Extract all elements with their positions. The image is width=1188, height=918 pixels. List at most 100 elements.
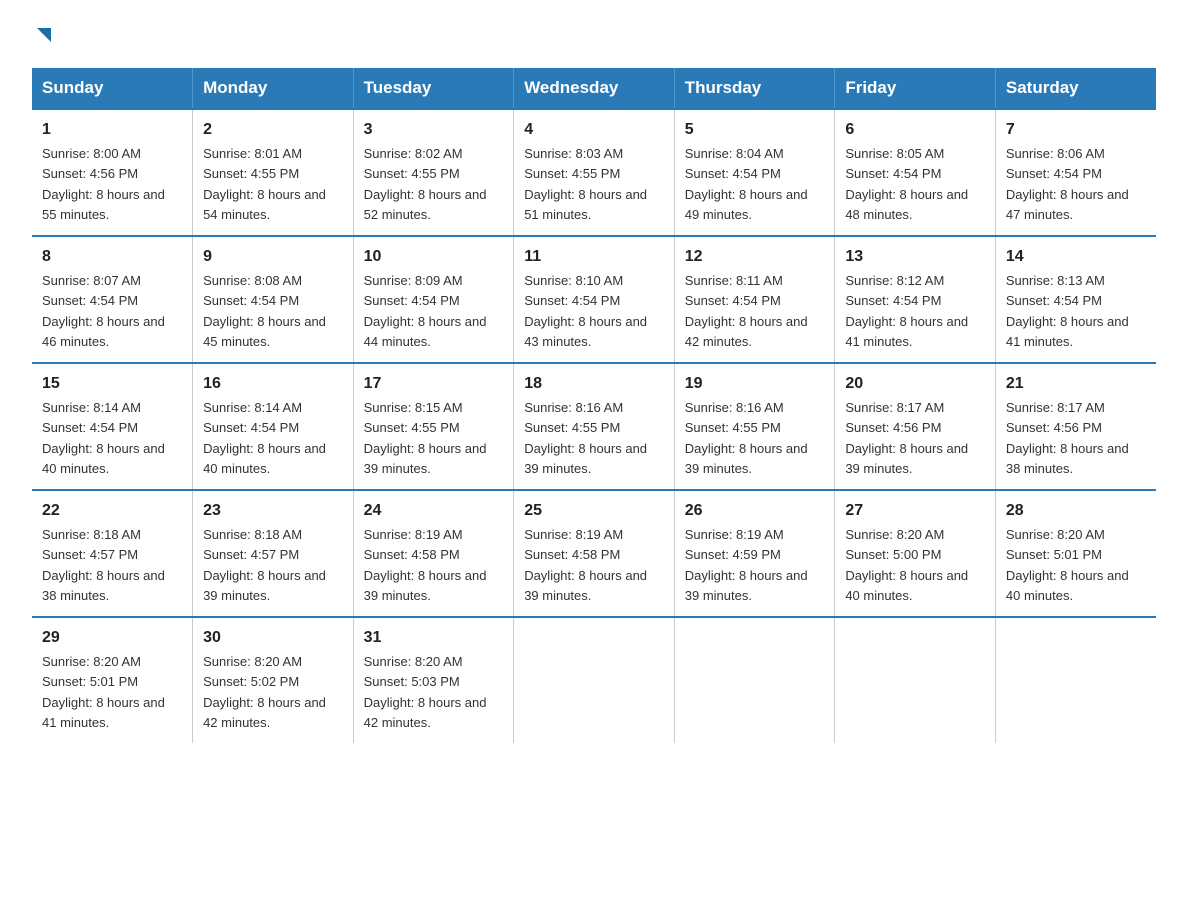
day-number: 14 bbox=[1006, 245, 1146, 269]
day-info: Sunrise: 8:17 AMSunset: 4:56 PMDaylight:… bbox=[1006, 400, 1129, 476]
calendar-table: SundayMondayTuesdayWednesdayThursdayFrid… bbox=[32, 68, 1156, 743]
day-number: 22 bbox=[42, 499, 182, 523]
header-monday: Monday bbox=[193, 68, 354, 109]
day-cell: 13 Sunrise: 8:12 AMSunset: 4:54 PMDaylig… bbox=[835, 236, 996, 363]
day-cell: 24 Sunrise: 8:19 AMSunset: 4:58 PMDaylig… bbox=[353, 490, 514, 617]
day-info: Sunrise: 8:18 AMSunset: 4:57 PMDaylight:… bbox=[42, 527, 165, 603]
day-info: Sunrise: 8:11 AMSunset: 4:54 PMDaylight:… bbox=[685, 273, 808, 349]
day-cell: 18 Sunrise: 8:16 AMSunset: 4:55 PMDaylig… bbox=[514, 363, 675, 490]
day-number: 2 bbox=[203, 118, 343, 142]
day-number: 7 bbox=[1006, 118, 1146, 142]
day-cell: 3 Sunrise: 8:02 AMSunset: 4:55 PMDayligh… bbox=[353, 109, 514, 236]
day-cell: 7 Sunrise: 8:06 AMSunset: 4:54 PMDayligh… bbox=[995, 109, 1156, 236]
week-row-2: 8 Sunrise: 8:07 AMSunset: 4:54 PMDayligh… bbox=[32, 236, 1156, 363]
day-cell: 17 Sunrise: 8:15 AMSunset: 4:55 PMDaylig… bbox=[353, 363, 514, 490]
day-number: 3 bbox=[364, 118, 504, 142]
day-cell: 11 Sunrise: 8:10 AMSunset: 4:54 PMDaylig… bbox=[514, 236, 675, 363]
day-number: 25 bbox=[524, 499, 664, 523]
day-cell: 12 Sunrise: 8:11 AMSunset: 4:54 PMDaylig… bbox=[674, 236, 835, 363]
day-info: Sunrise: 8:03 AMSunset: 4:55 PMDaylight:… bbox=[524, 146, 647, 222]
day-cell bbox=[835, 617, 996, 743]
day-info: Sunrise: 8:18 AMSunset: 4:57 PMDaylight:… bbox=[203, 527, 326, 603]
day-info: Sunrise: 8:20 AMSunset: 5:00 PMDaylight:… bbox=[845, 527, 968, 603]
day-cell: 2 Sunrise: 8:01 AMSunset: 4:55 PMDayligh… bbox=[193, 109, 354, 236]
day-number: 9 bbox=[203, 245, 343, 269]
week-row-4: 22 Sunrise: 8:18 AMSunset: 4:57 PMDaylig… bbox=[32, 490, 1156, 617]
day-cell: 15 Sunrise: 8:14 AMSunset: 4:54 PMDaylig… bbox=[32, 363, 193, 490]
day-cell: 10 Sunrise: 8:09 AMSunset: 4:54 PMDaylig… bbox=[353, 236, 514, 363]
day-info: Sunrise: 8:02 AMSunset: 4:55 PMDaylight:… bbox=[364, 146, 487, 222]
day-cell bbox=[995, 617, 1156, 743]
day-number: 16 bbox=[203, 372, 343, 396]
day-info: Sunrise: 8:00 AMSunset: 4:56 PMDaylight:… bbox=[42, 146, 165, 222]
day-info: Sunrise: 8:14 AMSunset: 4:54 PMDaylight:… bbox=[42, 400, 165, 476]
day-number: 27 bbox=[845, 499, 985, 523]
day-info: Sunrise: 8:14 AMSunset: 4:54 PMDaylight:… bbox=[203, 400, 326, 476]
day-info: Sunrise: 8:01 AMSunset: 4:55 PMDaylight:… bbox=[203, 146, 326, 222]
day-info: Sunrise: 8:06 AMSunset: 4:54 PMDaylight:… bbox=[1006, 146, 1129, 222]
day-number: 18 bbox=[524, 372, 664, 396]
week-row-1: 1 Sunrise: 8:00 AMSunset: 4:56 PMDayligh… bbox=[32, 109, 1156, 236]
header-tuesday: Tuesday bbox=[353, 68, 514, 109]
day-info: Sunrise: 8:20 AMSunset: 5:02 PMDaylight:… bbox=[203, 654, 326, 730]
day-info: Sunrise: 8:08 AMSunset: 4:54 PMDaylight:… bbox=[203, 273, 326, 349]
day-number: 11 bbox=[524, 245, 664, 269]
day-cell: 19 Sunrise: 8:16 AMSunset: 4:55 PMDaylig… bbox=[674, 363, 835, 490]
week-row-5: 29 Sunrise: 8:20 AMSunset: 5:01 PMDaylig… bbox=[32, 617, 1156, 743]
day-cell: 21 Sunrise: 8:17 AMSunset: 4:56 PMDaylig… bbox=[995, 363, 1156, 490]
calendar-header: SundayMondayTuesdayWednesdayThursdayFrid… bbox=[32, 68, 1156, 109]
header-row: SundayMondayTuesdayWednesdayThursdayFrid… bbox=[32, 68, 1156, 109]
header-thursday: Thursday bbox=[674, 68, 835, 109]
day-cell: 25 Sunrise: 8:19 AMSunset: 4:58 PMDaylig… bbox=[514, 490, 675, 617]
day-info: Sunrise: 8:19 AMSunset: 4:58 PMDaylight:… bbox=[364, 527, 487, 603]
day-cell: 30 Sunrise: 8:20 AMSunset: 5:02 PMDaylig… bbox=[193, 617, 354, 743]
day-cell: 8 Sunrise: 8:07 AMSunset: 4:54 PMDayligh… bbox=[32, 236, 193, 363]
day-number: 8 bbox=[42, 245, 182, 269]
day-cell: 29 Sunrise: 8:20 AMSunset: 5:01 PMDaylig… bbox=[32, 617, 193, 743]
day-cell: 20 Sunrise: 8:17 AMSunset: 4:56 PMDaylig… bbox=[835, 363, 996, 490]
day-info: Sunrise: 8:07 AMSunset: 4:54 PMDaylight:… bbox=[42, 273, 165, 349]
day-number: 12 bbox=[685, 245, 825, 269]
week-row-3: 15 Sunrise: 8:14 AMSunset: 4:54 PMDaylig… bbox=[32, 363, 1156, 490]
day-number: 23 bbox=[203, 499, 343, 523]
day-info: Sunrise: 8:19 AMSunset: 4:59 PMDaylight:… bbox=[685, 527, 808, 603]
calendar-body: 1 Sunrise: 8:00 AMSunset: 4:56 PMDayligh… bbox=[32, 109, 1156, 743]
day-info: Sunrise: 8:15 AMSunset: 4:55 PMDaylight:… bbox=[364, 400, 487, 476]
day-number: 17 bbox=[364, 372, 504, 396]
day-info: Sunrise: 8:05 AMSunset: 4:54 PMDaylight:… bbox=[845, 146, 968, 222]
day-info: Sunrise: 8:19 AMSunset: 4:58 PMDaylight:… bbox=[524, 527, 647, 603]
day-number: 4 bbox=[524, 118, 664, 142]
day-cell bbox=[514, 617, 675, 743]
day-number: 21 bbox=[1006, 372, 1146, 396]
day-cell: 31 Sunrise: 8:20 AMSunset: 5:03 PMDaylig… bbox=[353, 617, 514, 743]
day-number: 30 bbox=[203, 626, 343, 650]
day-number: 5 bbox=[685, 118, 825, 142]
header-saturday: Saturday bbox=[995, 68, 1156, 109]
header-sunday: Sunday bbox=[32, 68, 193, 109]
day-number: 31 bbox=[364, 626, 504, 650]
day-number: 20 bbox=[845, 372, 985, 396]
day-number: 6 bbox=[845, 118, 985, 142]
day-number: 29 bbox=[42, 626, 182, 650]
day-info: Sunrise: 8:09 AMSunset: 4:54 PMDaylight:… bbox=[364, 273, 487, 349]
day-cell bbox=[674, 617, 835, 743]
day-info: Sunrise: 8:13 AMSunset: 4:54 PMDaylight:… bbox=[1006, 273, 1129, 349]
day-cell: 28 Sunrise: 8:20 AMSunset: 5:01 PMDaylig… bbox=[995, 490, 1156, 617]
logo bbox=[32, 24, 55, 48]
page-header bbox=[32, 24, 1156, 48]
day-number: 19 bbox=[685, 372, 825, 396]
day-cell: 9 Sunrise: 8:08 AMSunset: 4:54 PMDayligh… bbox=[193, 236, 354, 363]
day-info: Sunrise: 8:16 AMSunset: 4:55 PMDaylight:… bbox=[524, 400, 647, 476]
day-info: Sunrise: 8:17 AMSunset: 4:56 PMDaylight:… bbox=[845, 400, 968, 476]
day-info: Sunrise: 8:10 AMSunset: 4:54 PMDaylight:… bbox=[524, 273, 647, 349]
day-info: Sunrise: 8:20 AMSunset: 5:03 PMDaylight:… bbox=[364, 654, 487, 730]
day-cell: 1 Sunrise: 8:00 AMSunset: 4:56 PMDayligh… bbox=[32, 109, 193, 236]
header-friday: Friday bbox=[835, 68, 996, 109]
day-number: 15 bbox=[42, 372, 182, 396]
day-cell: 27 Sunrise: 8:20 AMSunset: 5:00 PMDaylig… bbox=[835, 490, 996, 617]
day-info: Sunrise: 8:12 AMSunset: 4:54 PMDaylight:… bbox=[845, 273, 968, 349]
day-cell: 22 Sunrise: 8:18 AMSunset: 4:57 PMDaylig… bbox=[32, 490, 193, 617]
day-cell: 14 Sunrise: 8:13 AMSunset: 4:54 PMDaylig… bbox=[995, 236, 1156, 363]
day-number: 26 bbox=[685, 499, 825, 523]
day-number: 1 bbox=[42, 118, 182, 142]
